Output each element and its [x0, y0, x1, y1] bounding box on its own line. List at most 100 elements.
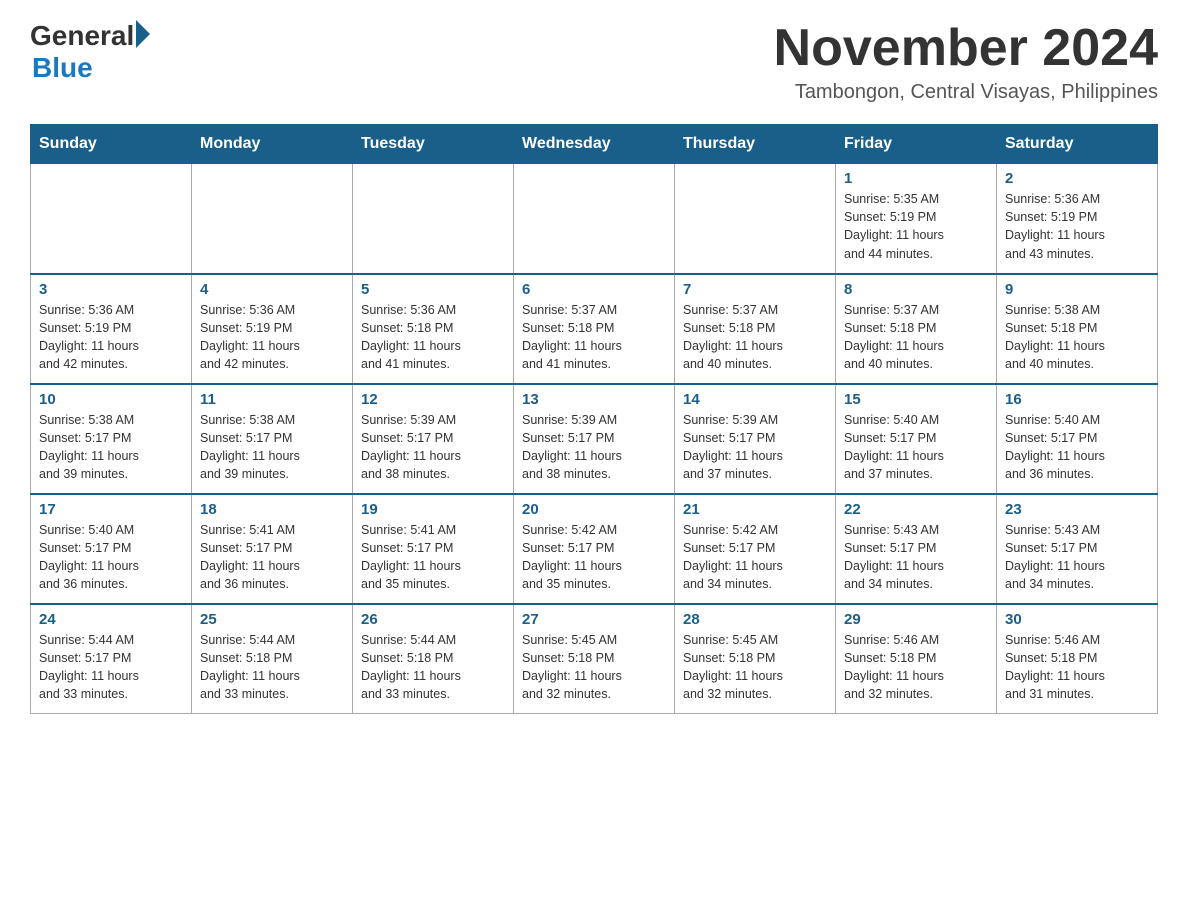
calendar-cell: 25 Sunrise: 5:44 AM Sunset: 5:18 PM Dayli…	[192, 604, 353, 714]
day-number: 18	[200, 501, 344, 518]
day-number: 25	[200, 611, 344, 628]
calendar-cell: 18 Sunrise: 5:41 AM Sunset: 5:17 PM Dayli…	[192, 494, 353, 604]
calendar-header-thursday: Thursday	[675, 125, 836, 164]
day-info: Sunrise: 5:39 AM Sunset: 5:17 PM Dayligh…	[522, 411, 666, 484]
day-number: 2	[1005, 170, 1149, 187]
day-info: Sunrise: 5:37 AM Sunset: 5:18 PM Dayligh…	[522, 301, 666, 374]
day-number: 10	[39, 391, 183, 408]
day-number: 5	[361, 281, 505, 298]
calendar-week-row: 1 Sunrise: 5:35 AM Sunset: 5:19 PM Daylig…	[31, 164, 1158, 274]
calendar-cell: 15 Sunrise: 5:40 AM Sunset: 5:17 PM Dayli…	[836, 384, 997, 494]
calendar-header-wednesday: Wednesday	[514, 125, 675, 164]
day-number: 7	[683, 281, 827, 298]
day-info: Sunrise: 5:42 AM Sunset: 5:17 PM Dayligh…	[683, 521, 827, 594]
calendar-week-row: 10 Sunrise: 5:38 AM Sunset: 5:17 PM Dayli…	[31, 384, 1158, 494]
calendar-cell: 17 Sunrise: 5:40 AM Sunset: 5:17 PM Dayli…	[31, 494, 192, 604]
calendar-cell	[514, 164, 675, 274]
calendar-cell: 21Sunrise: 5:42 AM Sunset: 5:17 PM Dayli…	[675, 494, 836, 604]
day-info: Sunrise: 5:43 AM Sunset: 5:17 PM Dayligh…	[844, 521, 988, 594]
calendar-cell	[31, 164, 192, 274]
day-info: Sunrise: 5:38 AM Sunset: 5:17 PM Dayligh…	[200, 411, 344, 484]
day-info: Sunrise: 5:41 AM Sunset: 5:17 PM Dayligh…	[200, 521, 344, 594]
calendar-cell: 7 Sunrise: 5:37 AM Sunset: 5:18 PM Daylig…	[675, 274, 836, 384]
calendar-cell: 3Sunrise: 5:36 AM Sunset: 5:19 PM Daylig…	[31, 274, 192, 384]
day-number: 27	[522, 611, 666, 628]
day-info: Sunrise: 5:40 AM Sunset: 5:17 PM Dayligh…	[1005, 411, 1149, 484]
day-number: 15	[844, 391, 988, 408]
day-info: Sunrise: 5:37 AM Sunset: 5:18 PM Dayligh…	[844, 301, 988, 374]
day-number: 16	[1005, 391, 1149, 408]
calendar-cell: 12 Sunrise: 5:39 AM Sunset: 5:17 PM Dayli…	[353, 384, 514, 494]
day-info: Sunrise: 5:36 AM Sunset: 5:19 PM Dayligh…	[200, 301, 344, 374]
logo-triangle-icon	[136, 20, 150, 48]
location-text: Tambongon, Central Visayas, Philippines	[774, 81, 1158, 104]
day-info: Sunrise: 5:35 AM Sunset: 5:19 PM Dayligh…	[844, 190, 988, 263]
day-info: Sunrise: 5:41 AM Sunset: 5:17 PM Dayligh…	[361, 521, 505, 594]
calendar-header-friday: Friday	[836, 125, 997, 164]
day-info: Sunrise: 5:40 AM Sunset: 5:17 PM Dayligh…	[39, 521, 183, 594]
calendar-header-tuesday: Tuesday	[353, 125, 514, 164]
calendar-cell: 16 Sunrise: 5:40 AM Sunset: 5:17 PM Dayli…	[997, 384, 1158, 494]
day-info: Sunrise: 5:39 AM Sunset: 5:17 PM Dayligh…	[683, 411, 827, 484]
day-number: 30	[1005, 611, 1149, 628]
calendar-header-monday: Monday	[192, 125, 353, 164]
day-number: 3	[39, 281, 183, 298]
day-number: 6	[522, 281, 666, 298]
day-number: 20	[522, 501, 666, 518]
calendar-week-row: 3 Sunrise: 5:36 AM Sunset: 5:19 PM Daylig…	[31, 274, 1158, 384]
calendar-week-row: 17 Sunrise: 5:40 AM Sunset: 5:17 PM Dayli…	[31, 494, 1158, 604]
day-info: Sunrise: 5:37 AM Sunset: 5:18 PM Dayligh…	[683, 301, 827, 374]
day-info: Sunrise: 5:39 AM Sunset: 5:17 PM Dayligh…	[361, 411, 505, 484]
calendar-cell: 5 Sunrise: 5:36 AM Sunset: 5:18 PM Daylig…	[353, 274, 514, 384]
calendar-cell: 1 Sunrise: 5:35 AM Sunset: 5:19 PM Daylig…	[836, 164, 997, 274]
day-number: 19	[361, 501, 505, 518]
day-info: Sunrise: 5:44 AM Sunset: 5:17 PM Dayligh…	[39, 631, 183, 704]
day-info: Sunrise: 5:44 AM Sunset: 5:18 PM Dayligh…	[200, 631, 344, 704]
day-info: Sunrise: 5:42 AM Sunset: 5:17 PM Dayligh…	[522, 521, 666, 594]
day-info: Sunrise: 5:46 AM Sunset: 5:18 PM Dayligh…	[1005, 631, 1149, 704]
calendar-cell: 24 Sunrise: 5:44 AM Sunset: 5:17 PM Dayli…	[31, 604, 192, 714]
calendar-week-row: 24 Sunrise: 5:44 AM Sunset: 5:17 PM Dayli…	[31, 604, 1158, 714]
day-info: Sunrise: 5:45 AM Sunset: 5:18 PM Dayligh…	[522, 631, 666, 704]
calendar-cell: 8 Sunrise: 5:37 AM Sunset: 5:18 PM Daylig…	[836, 274, 997, 384]
day-number: 12	[361, 391, 505, 408]
calendar-cell: 4 Sunrise: 5:36 AM Sunset: 5:19 PM Daylig…	[192, 274, 353, 384]
day-info: Sunrise: 5:43 AM Sunset: 5:17 PM Dayligh…	[1005, 521, 1149, 594]
calendar-cell: 2 Sunrise: 5:36 AM Sunset: 5:19 PM Daylig…	[997, 164, 1158, 274]
calendar-header-saturday: Saturday	[997, 125, 1158, 164]
day-number: 1	[844, 170, 988, 187]
day-info: Sunrise: 5:40 AM Sunset: 5:17 PM Dayligh…	[844, 411, 988, 484]
calendar-cell: 11 Sunrise: 5:38 AM Sunset: 5:17 PM Dayli…	[192, 384, 353, 494]
month-title: November 2024	[774, 20, 1158, 77]
day-number: 22	[844, 501, 988, 518]
calendar-cell: 23 Sunrise: 5:43 AM Sunset: 5:17 PM Dayli…	[997, 494, 1158, 604]
day-number: 13	[522, 391, 666, 408]
day-number: 29	[844, 611, 988, 628]
day-info: Sunrise: 5:36 AM Sunset: 5:19 PM Dayligh…	[1005, 190, 1149, 263]
day-number: 9	[1005, 281, 1149, 298]
day-number: 8	[844, 281, 988, 298]
calendar-cell: 22 Sunrise: 5:43 AM Sunset: 5:17 PM Dayli…	[836, 494, 997, 604]
day-number: 14	[683, 391, 827, 408]
day-info: Sunrise: 5:38 AM Sunset: 5:18 PM Dayligh…	[1005, 301, 1149, 374]
day-info: Sunrise: 5:46 AM Sunset: 5:18 PM Dayligh…	[844, 631, 988, 704]
calendar-cell: 9 Sunrise: 5:38 AM Sunset: 5:18 PM Daylig…	[997, 274, 1158, 384]
calendar-cell: 10Sunrise: 5:38 AM Sunset: 5:17 PM Dayli…	[31, 384, 192, 494]
logo-blue-text: Blue	[32, 52, 93, 84]
day-number: 23	[1005, 501, 1149, 518]
calendar-cell: 27 Sunrise: 5:45 AM Sunset: 5:18 PM Dayli…	[514, 604, 675, 714]
day-number: 4	[200, 281, 344, 298]
day-number: 28	[683, 611, 827, 628]
logo-general-text: General	[30, 20, 134, 52]
calendar-cell: 6 Sunrise: 5:37 AM Sunset: 5:18 PM Daylig…	[514, 274, 675, 384]
calendar-cell: 14 Sunrise: 5:39 AM Sunset: 5:17 PM Dayli…	[675, 384, 836, 494]
calendar-header-sunday: Sunday	[31, 125, 192, 164]
calendar-cell: 20 Sunrise: 5:42 AM Sunset: 5:17 PM Dayli…	[514, 494, 675, 604]
day-number: 11	[200, 391, 344, 408]
day-number: 24	[39, 611, 183, 628]
logo: General Blue	[30, 20, 150, 84]
calendar-cell	[675, 164, 836, 274]
calendar-cell: 19 Sunrise: 5:41 AM Sunset: 5:17 PM Dayli…	[353, 494, 514, 604]
day-info: Sunrise: 5:36 AM Sunset: 5:18 PM Dayligh…	[361, 301, 505, 374]
day-number: 17	[39, 501, 183, 518]
